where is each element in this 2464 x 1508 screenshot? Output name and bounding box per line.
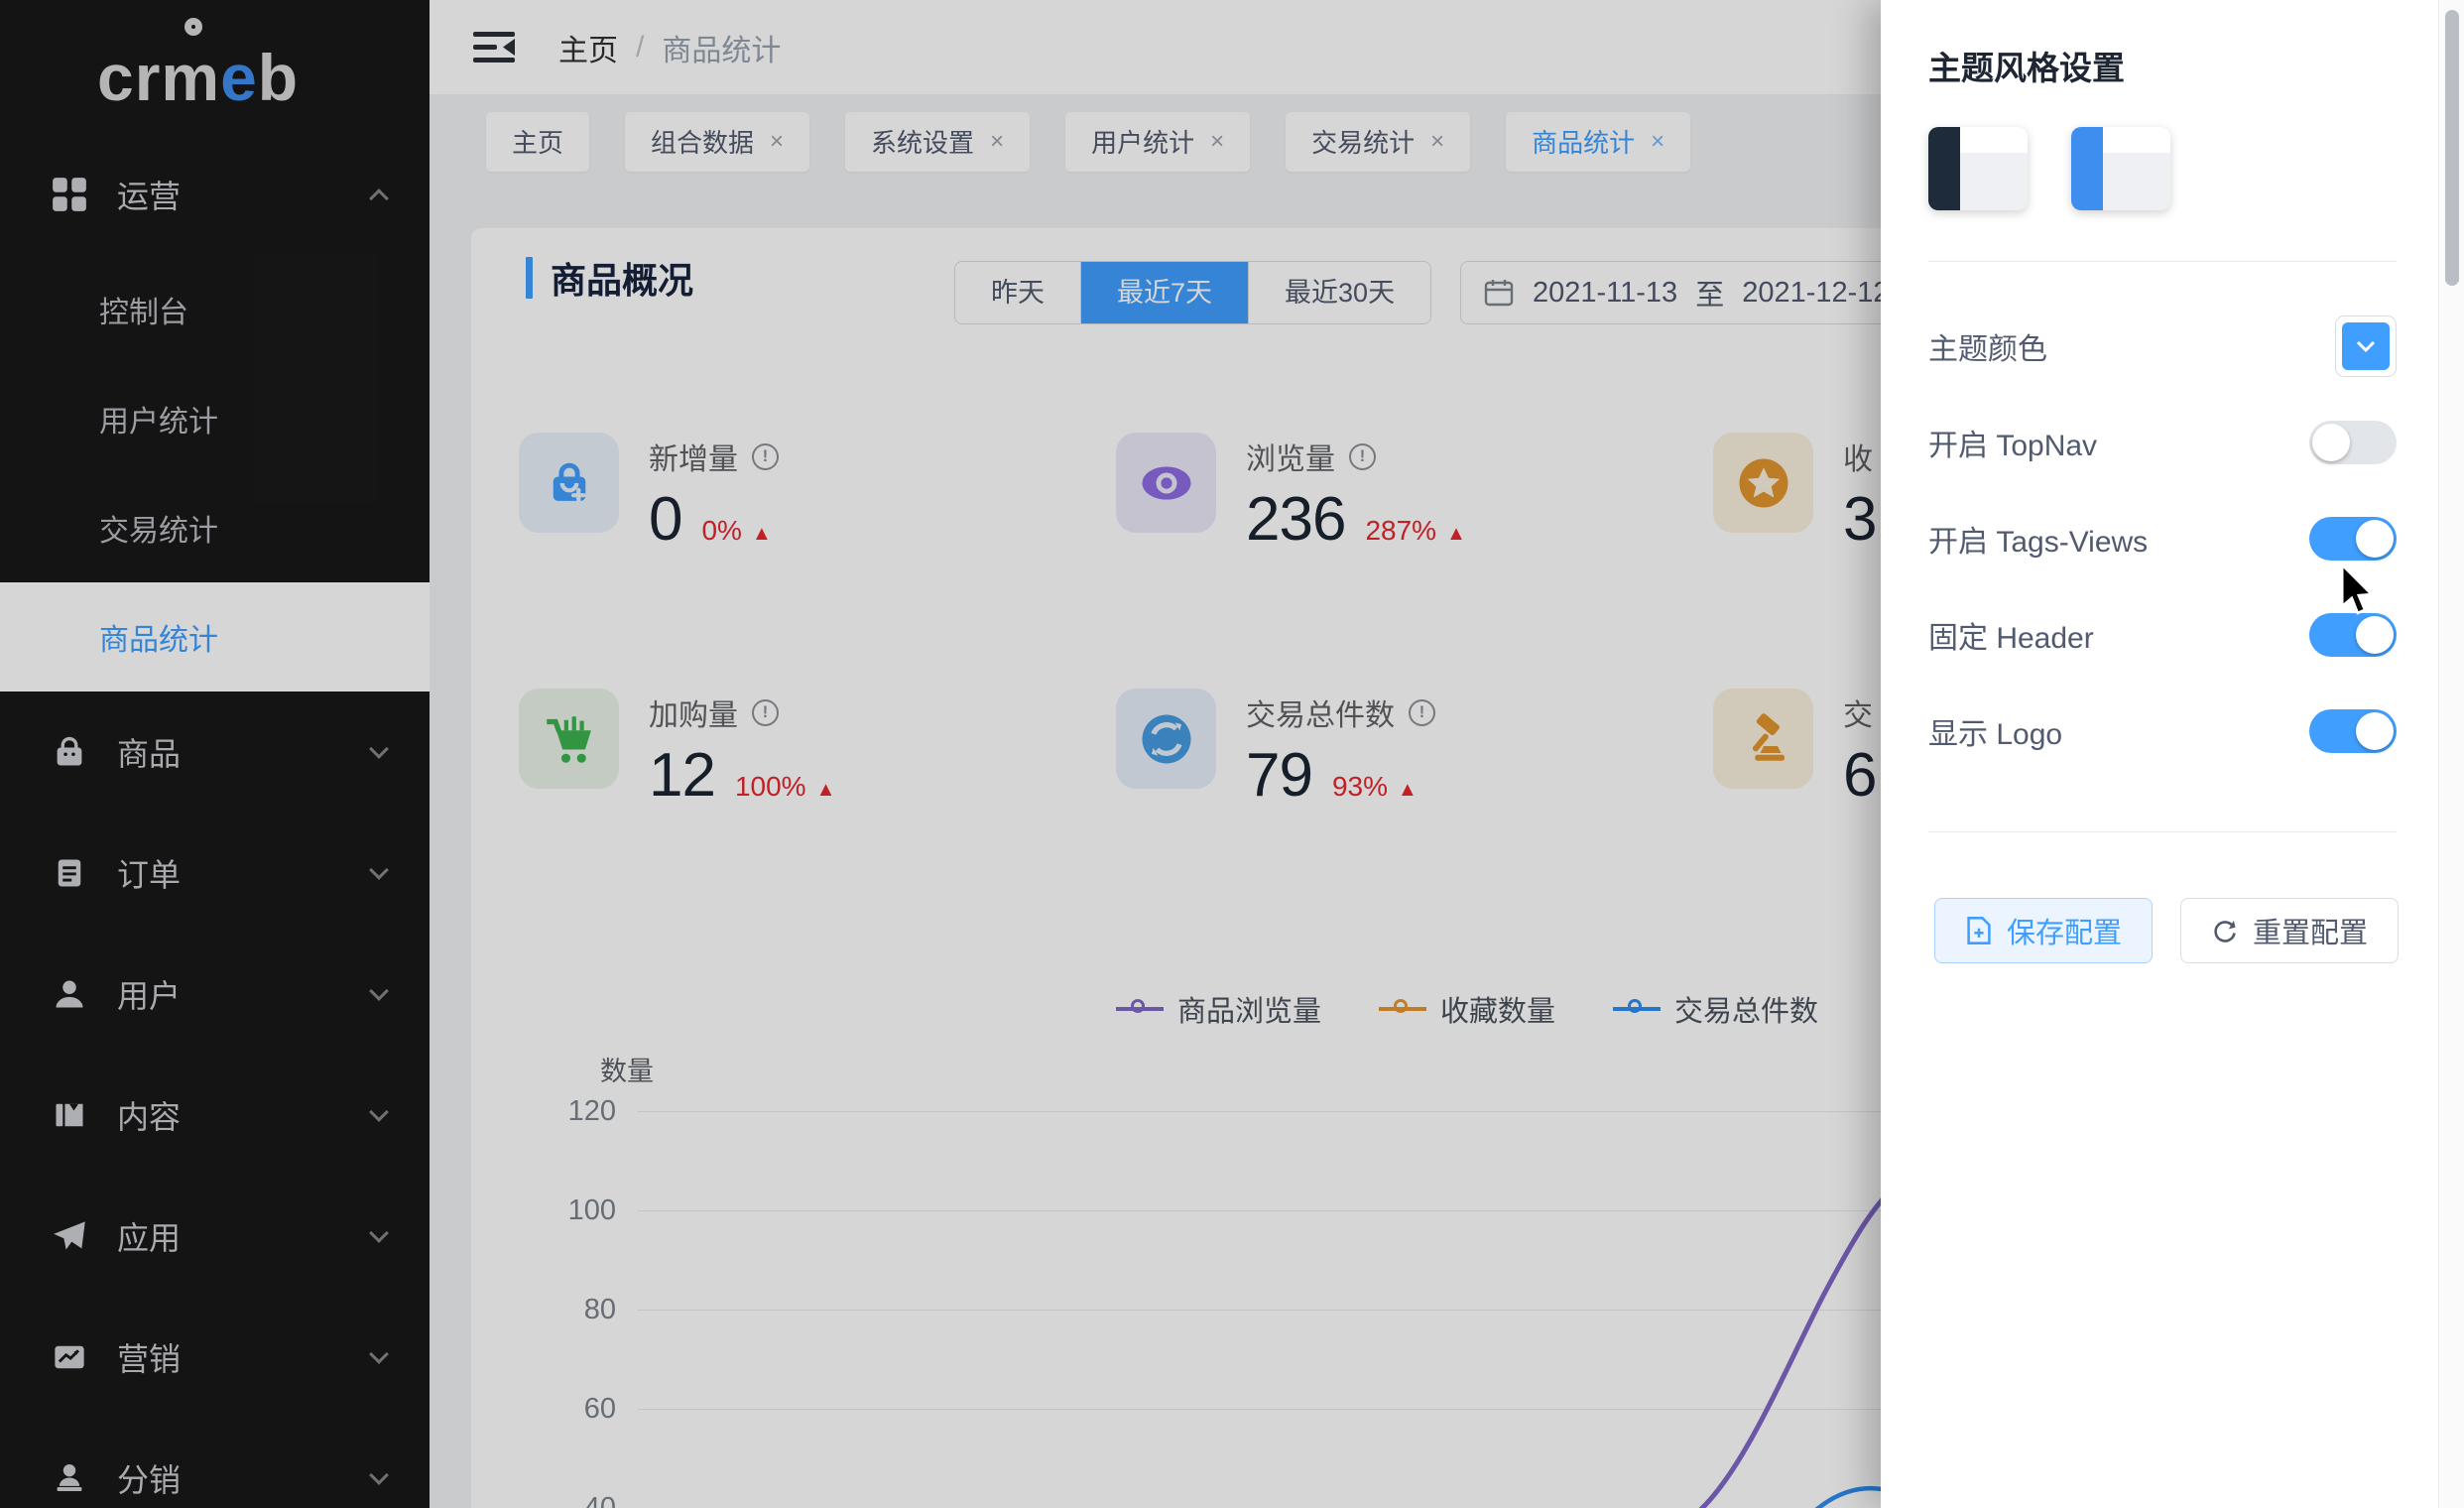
chevron-down-icon	[2356, 340, 2376, 352]
row-tags-views: 开启 Tags-Views	[1928, 490, 2397, 586]
settings-rows: 主题颜色 开启 TopNav 开启 Tags-Views 固定 Header 显…	[1928, 298, 2397, 779]
modal-overlay[interactable]	[0, 0, 1881, 1508]
show-logo-toggle[interactable]	[2309, 709, 2397, 753]
save-file-icon	[1965, 916, 1993, 945]
refresh-icon	[2211, 917, 2239, 944]
fixed-header-toggle[interactable]	[2309, 613, 2397, 657]
row-show-logo: 显示 Logo	[1928, 683, 2397, 779]
divider	[1928, 831, 2397, 832]
window-scrollbar	[2438, 0, 2464, 1508]
row-theme-color: 主题颜色	[1928, 298, 2397, 394]
theme-swatch-dark[interactable]	[1928, 127, 2028, 210]
theme-swatches	[1928, 127, 2170, 210]
save-config-button[interactable]: 保存配置	[1934, 898, 2153, 963]
divider	[1928, 261, 2397, 262]
theme-swatch-blue[interactable]	[2071, 127, 2170, 210]
row-topnav: 开启 TopNav	[1928, 394, 2397, 490]
scrollbar-thumb[interactable]	[2445, 10, 2459, 286]
mouse-cursor	[2337, 564, 2377, 617]
theme-settings-drawer: 主题风格设置 主题颜色 开启 TopNav 开启 Tags-Views 固定 H…	[1881, 0, 2464, 1508]
row-fixed-header: 固定 Header	[1928, 586, 2397, 683]
tags-views-toggle[interactable]	[2309, 517, 2397, 561]
theme-color-select[interactable]	[2335, 315, 2397, 377]
reset-config-button[interactable]: 重置配置	[2180, 898, 2399, 963]
drawer-buttons: 保存配置 重置配置	[1934, 898, 2399, 963]
drawer-title: 主题风格设置	[1928, 42, 2125, 89]
topnav-toggle[interactable]	[2309, 421, 2397, 464]
